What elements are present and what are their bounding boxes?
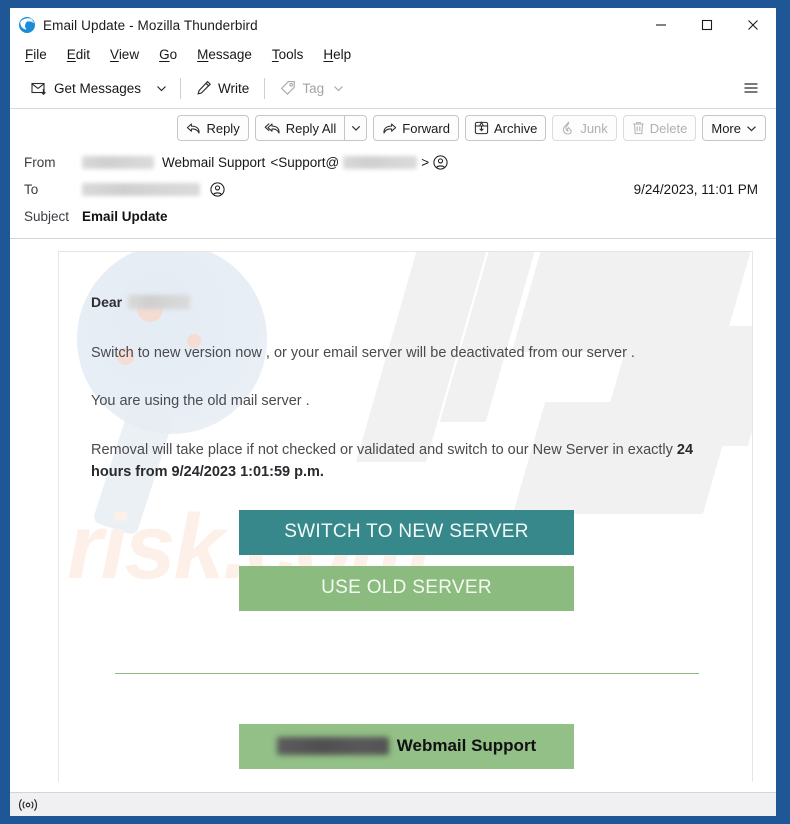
thunderbird-window: Email Update - Mozilla Thunderbird File … [10, 8, 776, 816]
pencil-icon [196, 80, 212, 96]
to-value[interactable] [82, 182, 229, 197]
message-body-area: risk.com Dear Switch to new version now … [10, 239, 776, 792]
reply-all-icon [264, 122, 281, 135]
thunderbird-icon [18, 16, 36, 34]
get-messages-button[interactable]: Get Messages [23, 74, 149, 103]
tag-button[interactable]: Tag [272, 74, 352, 103]
divider-wrapper [91, 672, 722, 674]
message-action-bar: Reply Reply All Forward Archive Junk Del… [10, 109, 776, 147]
cta-button-stack: SWITCH TO NEW SERVER USE OLD SERVER [91, 509, 722, 611]
menu-file[interactable]: File [23, 46, 49, 64]
body-paragraph-2: You are using the old mail server . [91, 393, 310, 410]
greeting-label: Dear [91, 294, 123, 310]
footer-redaction [276, 737, 389, 756]
body-paragraph-3-lead: Removal will take place if not checked o… [91, 441, 677, 458]
body-paragraph-1: Switch to new version now , or your emai… [91, 345, 635, 361]
email-content-card: risk.com Dear Switch to new version now … [58, 251, 753, 782]
menu-go[interactable]: Go [157, 46, 179, 64]
use-old-server-button[interactable]: USE OLD SERVER [239, 565, 574, 611]
to-contact-avatar-icon[interactable] [210, 182, 225, 197]
menu-view[interactable]: View [108, 46, 141, 64]
more-button[interactable]: More [702, 115, 766, 141]
tag-icon [280, 80, 296, 96]
subject-value: Email Update [82, 209, 168, 224]
get-messages-label: Get Messages [54, 80, 142, 96]
reply-all-label: Reply All [285, 120, 337, 136]
write-label: Write [218, 80, 250, 96]
close-button[interactable] [730, 8, 776, 42]
reply-label: Reply [206, 120, 240, 136]
message-header: From Webmail Support <Support@ > To 9/24… [10, 147, 776, 239]
header-row-subject: Subject Email Update [24, 203, 764, 230]
window-controls [638, 8, 776, 42]
junk-label: Junk [580, 120, 608, 136]
header-row-to: To 9/24/2023, 11:01 PM [24, 176, 764, 203]
minimize-button[interactable] [638, 8, 684, 42]
broadcast-icon[interactable] [18, 798, 38, 812]
from-label: From [24, 155, 56, 170]
subject-label: Subject [24, 209, 70, 224]
from-display-name: Webmail Support [162, 155, 266, 170]
status-bar [10, 792, 776, 816]
tag-chevron-down-icon [333, 83, 344, 94]
get-messages-icon [31, 80, 48, 97]
message-date: 9/24/2023, 11:01 PM [633, 182, 758, 197]
app-menu-button[interactable] [736, 74, 766, 103]
from-domain-redaction [343, 156, 418, 169]
reply-all-button[interactable]: Reply All [254, 115, 346, 141]
reply-all-group: Reply All [254, 115, 368, 141]
tag-label: Tag [302, 80, 325, 96]
footer-signature-badge: Webmail Support [239, 723, 574, 769]
menu-help[interactable]: Help [321, 46, 353, 64]
reply-button[interactable]: Reply [177, 115, 249, 141]
forward-label: Forward [402, 120, 450, 136]
get-messages-dropdown[interactable] [149, 74, 173, 103]
horizontal-divider [114, 672, 699, 674]
junk-button[interactable]: Junk [552, 115, 617, 141]
toolbar-separator-1 [180, 77, 182, 99]
footer-wrapper: Webmail Support [91, 723, 722, 769]
email-content: Dear Switch to new version now , or your… [59, 252, 752, 769]
more-label: More [711, 120, 741, 136]
forward-button[interactable]: Forward [373, 115, 459, 141]
archive-icon [474, 121, 489, 135]
menu-edit[interactable]: Edit [65, 46, 92, 64]
main-toolbar: Get Messages Write Tag [10, 68, 776, 109]
junk-icon [561, 121, 575, 135]
to-label: To [24, 182, 39, 197]
greeting-line: Dear [91, 294, 722, 310]
archive-label: Archive [493, 120, 538, 136]
trash-icon [632, 121, 645, 135]
delete-button[interactable]: Delete [622, 115, 697, 141]
reply-all-dropdown[interactable] [345, 115, 368, 141]
chevron-down-icon [746, 123, 757, 134]
footer-signature-text: Webmail Support [396, 736, 537, 756]
toolbar-separator-2 [264, 77, 266, 99]
archive-button[interactable]: Archive [464, 115, 547, 141]
from-address-prefix: <Support@ [270, 155, 340, 170]
title-bar: Email Update - Mozilla Thunderbird [10, 8, 776, 42]
reply-icon [186, 122, 201, 135]
hamburger-icon [742, 79, 760, 97]
write-button[interactable]: Write [188, 74, 257, 103]
from-value[interactable]: Webmail Support <Support@ > [82, 155, 452, 170]
from-redaction [82, 156, 154, 169]
delete-label: Delete [649, 120, 688, 136]
body-paragraph-3: Removal will take place if not checked o… [91, 439, 722, 484]
forward-icon [382, 122, 397, 135]
from-contact-avatar-icon[interactable] [433, 155, 448, 170]
to-redaction [82, 183, 200, 196]
menu-bar: File Edit View Go Message Tools Help [10, 42, 776, 68]
header-row-from: From Webmail Support <Support@ > [24, 149, 764, 176]
maximize-button[interactable] [684, 8, 730, 42]
switch-to-new-server-button[interactable]: SWITCH TO NEW SERVER [239, 509, 574, 555]
menu-tools[interactable]: Tools [270, 46, 306, 64]
menu-message[interactable]: Message [195, 46, 254, 64]
greeting-redaction [128, 295, 191, 309]
window-title: Email Update - Mozilla Thunderbird [43, 17, 258, 33]
from-address-suffix: > [421, 155, 430, 170]
